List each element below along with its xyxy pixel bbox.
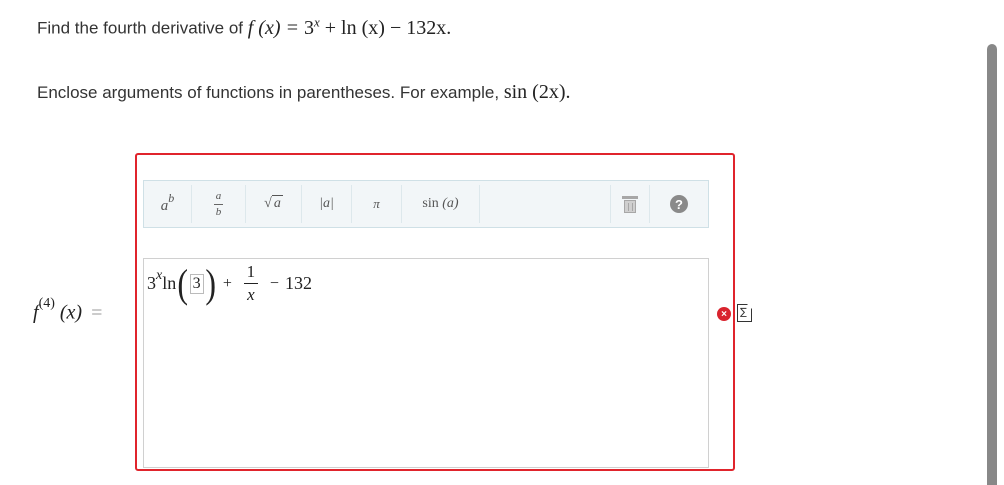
answer-label-order: (4): [38, 296, 55, 311]
preview-icon[interactable]: ∑: [737, 304, 752, 322]
error-icon: ×: [717, 307, 731, 321]
math-toolbar: ab ab √ a |a| π sin (a) ?: [143, 180, 709, 228]
expr-func: ln: [162, 273, 177, 293]
question-prefix: Find the fourth derivative of: [37, 18, 244, 38]
expr-const: 132: [284, 273, 312, 293]
sin-label: sin: [422, 196, 439, 211]
power-exp: b: [168, 191, 175, 205]
hint-sentence: Enclose arguments of functions in parent…: [37, 83, 500, 102]
hint-example: sin (2x).: [503, 81, 571, 103]
answer-label-f: f: [33, 301, 39, 324]
answer-label-arg: (x): [59, 301, 83, 324]
sin-arg: (a): [442, 196, 459, 211]
function-rhs-rest: + ln (x) − 132x.: [324, 16, 452, 39]
function-rhs-exp: x: [314, 14, 320, 29]
page-scrollbar[interactable]: [987, 44, 997, 485]
clear-button[interactable]: [610, 185, 650, 223]
pi-button[interactable]: π: [352, 185, 402, 223]
abs-icon: |a|: [319, 196, 334, 211]
question-function: f (x) = 3x + ln (x) − 132x.: [247, 14, 452, 39]
right-paren: ): [204, 260, 216, 306]
fraction-num: a: [215, 189, 222, 202]
trash-icon: [622, 195, 638, 213]
expr-base: 3: [147, 273, 156, 293]
help-button[interactable]: ?: [650, 185, 708, 223]
answer-expression: 3x ln ( 3 ) + 1 x − 132: [147, 262, 312, 305]
expr-frac-den: x: [247, 285, 255, 304]
fraction-button[interactable]: ab: [192, 185, 246, 223]
abs-button[interactable]: |a|: [302, 185, 352, 223]
expr-minus: −: [269, 274, 279, 292]
sqrt-icon: √ a: [264, 195, 283, 211]
fraction-den: b: [215, 205, 222, 218]
sin-button[interactable]: sin (a): [402, 185, 480, 223]
math-editor: ab ab √ a |a| π sin (a) ? 3 x ln (3) +…: [135, 153, 735, 471]
answer-equals: =: [91, 301, 103, 324]
expr-frac-num: 1: [246, 262, 256, 281]
hint-text: Enclose arguments of functions in parent…: [37, 80, 571, 105]
question-text: Find the fourth derivative of f (x) = 3x…: [37, 10, 451, 41]
power-button[interactable]: ab: [144, 185, 192, 223]
page: Find the fourth derivative of f (x) = 3x…: [0, 0, 1004, 485]
left-paren: (: [177, 260, 189, 306]
expr-arg: 3: [189, 273, 204, 294]
function-rhs-base: 3: [304, 16, 314, 39]
pi-icon: π: [373, 196, 380, 211]
answer-label: f(4) (x) =: [33, 296, 103, 325]
expr-exp: x: [156, 267, 163, 283]
help-icon: ?: [670, 195, 688, 213]
sqrt-button[interactable]: √ a: [246, 185, 302, 223]
answer-input[interactable]: 3x ln ( 3 ) + 1 x − 132: [143, 258, 709, 468]
function-lhs: f (x) =: [247, 16, 299, 39]
expr-plus: +: [222, 274, 232, 292]
expr-fraction: 1 x: [243, 262, 258, 305]
